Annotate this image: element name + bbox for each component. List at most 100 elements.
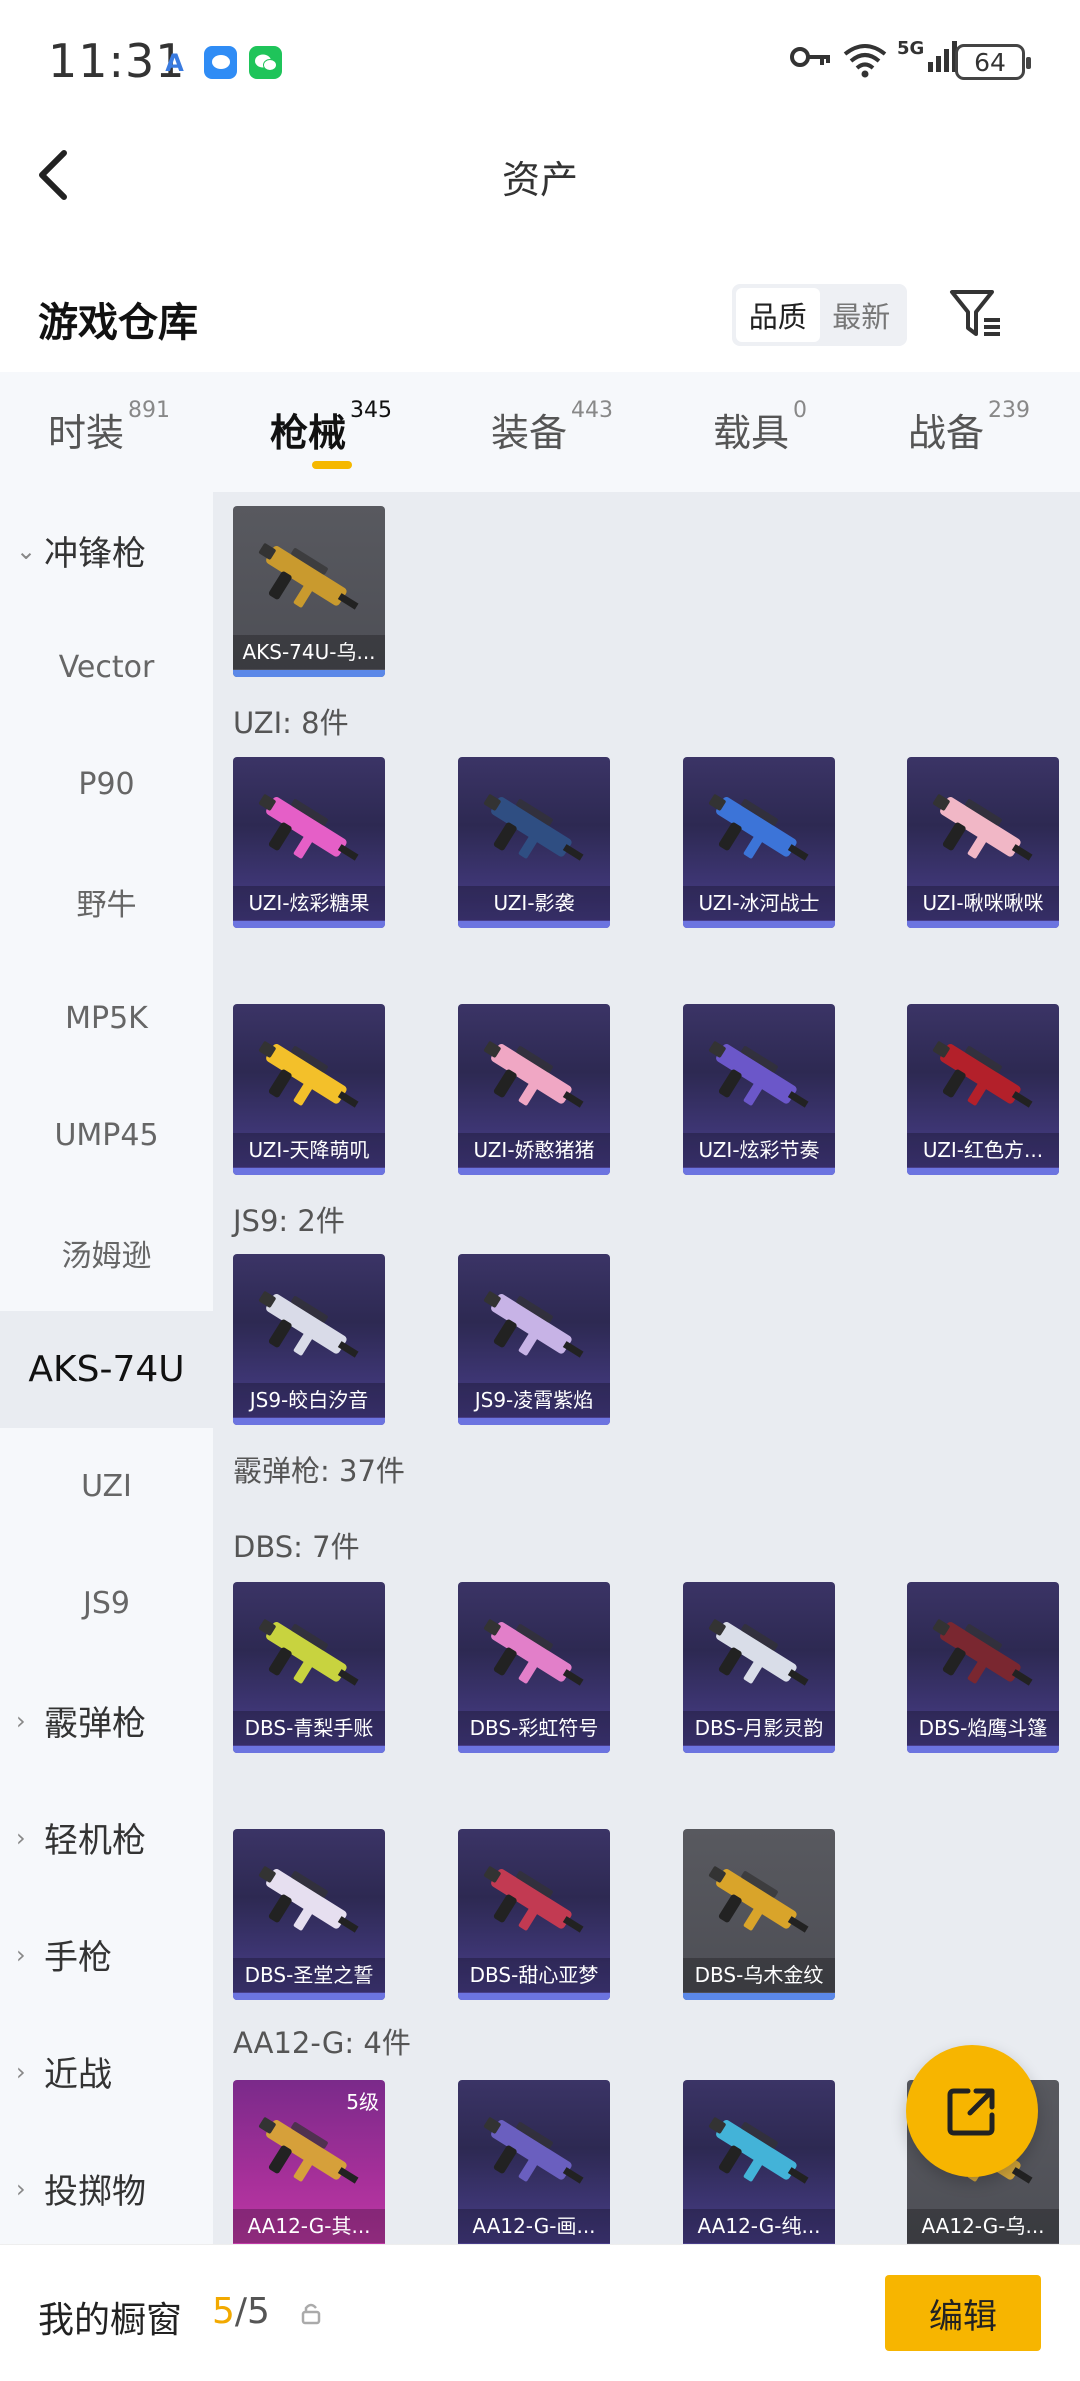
weapon-skin-icon (932, 1619, 1033, 1686)
sidebar-item-label: 投掷物 (44, 2172, 146, 2212)
sidebar-item-vector[interactable]: Vector (0, 609, 213, 726)
tab-count: 345 (350, 398, 393, 423)
tab-equipment[interactable]: 装备443 (491, 398, 613, 457)
tab-label: 枪械 (270, 411, 347, 455)
weapon-skin-icon (708, 794, 809, 861)
weapon-skin-icon (932, 794, 1033, 861)
item-name: DBS-焰鹰斗篷 (907, 1711, 1059, 1745)
item-name: DBS-甜心亚梦 (458, 1958, 610, 1992)
item-card[interactable]: 5级 AA12-G-其... (233, 2080, 385, 2244)
weapon-skin-icon (258, 2117, 359, 2184)
weapon-skin-icon (258, 543, 359, 610)
sort-toggle: 品质 最新 (732, 284, 907, 346)
share-button[interactable] (906, 2045, 1038, 2177)
item-level-badge: 5级 (346, 2090, 379, 2114)
item-name: DBS-青梨手账 (233, 1711, 385, 1745)
top-nav: 资产 (0, 125, 1080, 225)
tab-vehicles[interactable]: 载具0 (713, 398, 807, 457)
rarity-bar (907, 1746, 1059, 1753)
tab-firearms[interactable]: 枪械345 (270, 398, 392, 457)
tab-count: 891 (128, 398, 171, 423)
weapon-skin-icon (483, 1291, 584, 1358)
sidebar-item-throwable[interactable]: › 投掷物 (0, 2130, 213, 2244)
battery-indicator: 64 (955, 44, 1031, 80)
showcase-count-current: 5 (212, 2291, 235, 2332)
item-card[interactable]: DBS-甜心亚梦 (458, 1829, 610, 2000)
tab-label: 时装 (48, 411, 125, 455)
weapon-skin-icon (708, 2117, 809, 2184)
item-card[interactable]: DBS-月影灵韵 (683, 1582, 835, 1753)
item-name: UZI-炫彩节奏 (683, 1133, 835, 1167)
item-name: UZI-天降萌叽 (233, 1133, 385, 1167)
item-card[interactable]: JS9-凌霄紫焰 (458, 1254, 610, 1425)
item-card[interactable]: AA12-G-纯... (683, 2080, 835, 2244)
sort-quality-button[interactable]: 品质 (736, 288, 820, 342)
wechat-icon (249, 46, 282, 79)
rarity-bar (458, 1168, 610, 1175)
rarity-bar (907, 1168, 1059, 1175)
sidebar-item-melee[interactable]: › 近战 (0, 2013, 213, 2130)
showcase-count: 5/5 (212, 2291, 270, 2332)
rarity-bar (233, 1168, 385, 1175)
sidebar-item-bizon[interactable]: 野牛 (0, 843, 213, 960)
sidebar-item-thompson[interactable]: 汤姆逊 (0, 1194, 213, 1311)
edit-button[interactable]: 编辑 (885, 2275, 1041, 2351)
item-name: JS9-皎白汐音 (233, 1383, 385, 1417)
item-card[interactable]: UZI-冰河战士 (683, 757, 835, 928)
item-card[interactable]: DBS-焰鹰斗篷 (907, 1582, 1059, 1753)
sidebar-item-label: 霰弹枪 (44, 1704, 146, 1744)
item-name: UZI-红色方... (907, 1133, 1059, 1167)
item-card[interactable]: UZI-啾咪啾咪 (907, 757, 1059, 928)
rarity-bar (233, 1418, 385, 1425)
item-card[interactable]: DBS-圣堂之誓 (233, 1829, 385, 2000)
item-name: JS9-凌霄紫焰 (458, 1383, 610, 1417)
share-external-icon (947, 2088, 995, 2136)
tab-count: 239 (988, 398, 1031, 423)
rarity-bar (233, 921, 385, 928)
item-card[interactable]: DBS-乌木金纹 (683, 1829, 835, 2000)
item-card[interactable]: AKS-74U-乌... (233, 506, 385, 677)
sidebar-item-shotgun[interactable]: › 霰弹枪 (0, 1662, 213, 1779)
item-name: UZI-影袭 (458, 886, 610, 920)
item-card[interactable]: UZI-天降萌叽 (233, 1004, 385, 1175)
item-card[interactable]: DBS-青梨手账 (233, 1582, 385, 1753)
sidebar-item-pistol[interactable]: › 手枪 (0, 1896, 213, 2013)
item-name: UZI-炫彩糖果 (233, 886, 385, 920)
item-card[interactable]: JS9-皎白汐音 (233, 1254, 385, 1425)
sidebar-item-js9[interactable]: JS9 (0, 1545, 213, 1662)
sidebar-item-aks74u[interactable]: AKS-74U (0, 1311, 213, 1428)
tab-supplies[interactable]: 战备239 (908, 398, 1030, 457)
sidebar-item-lmg[interactable]: › 轻机枪 (0, 1779, 213, 1896)
filter-button[interactable] (948, 286, 1004, 342)
sidebar-item-uzi[interactable]: UZI (0, 1428, 213, 1545)
weapon-skin-icon (932, 1041, 1033, 1108)
weapon-skin-icon (258, 794, 359, 861)
section-header: 游戏仓库 品质 最新 (0, 270, 1080, 370)
sort-newest-button[interactable]: 最新 (820, 288, 904, 342)
item-card[interactable]: UZI-炫彩节奏 (683, 1004, 835, 1175)
item-card[interactable]: AA12-G-画... (458, 2080, 610, 2244)
sidebar-item-label: 手枪 (44, 1938, 112, 1978)
chevron-right-icon: › (16, 1823, 26, 1852)
section-title: 游戏仓库 (38, 300, 198, 346)
item-card[interactable]: UZI-红色方... (907, 1004, 1059, 1175)
sidebar-item-ump45[interactable]: UMP45 (0, 1077, 213, 1194)
group-label-shotgun: 霰弹枪: 37件 (233, 1454, 405, 1488)
app-a-icon: A (165, 48, 184, 77)
active-tab-indicator (312, 461, 352, 469)
chevron-down-icon: ⌄ (16, 536, 37, 565)
sidebar-item-p90[interactable]: P90 (0, 726, 213, 843)
item-card[interactable]: UZI-影袭 (458, 757, 610, 928)
sidebar-item-mp5k[interactable]: MP5K (0, 960, 213, 1077)
item-name: DBS-彩虹符号 (458, 1711, 610, 1745)
tab-fashion[interactable]: 时装891 (48, 398, 170, 457)
item-name: AA12-G-纯... (683, 2209, 835, 2243)
item-name: AA12-G-乌... (907, 2209, 1059, 2243)
rarity-bar (233, 1746, 385, 1753)
sidebar-item-smg[interactable]: ⌄ 冲锋枪 (0, 492, 213, 609)
tab-count: 443 (571, 398, 614, 423)
item-card[interactable]: DBS-彩虹符号 (458, 1582, 610, 1753)
item-card[interactable]: UZI-炫彩糖果 (233, 757, 385, 928)
item-card[interactable]: UZI-娇憨猪猪 (458, 1004, 610, 1175)
chevron-right-icon: › (16, 1706, 26, 1735)
